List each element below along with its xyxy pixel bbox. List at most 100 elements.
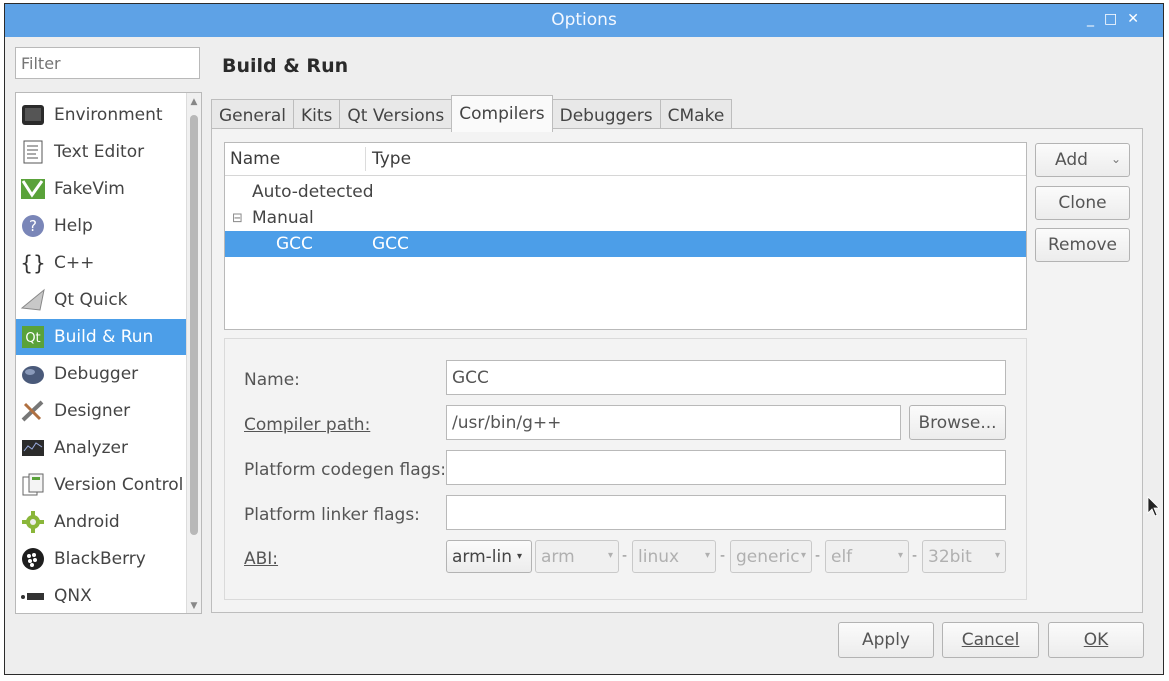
sidebar-item-label: Designer (54, 401, 131, 421)
column-header-type[interactable]: Type (372, 149, 411, 169)
combo-value: arm-lin (452, 546, 513, 567)
abi-width-combo: 32bit ▾ (922, 540, 1006, 573)
tab-bar: General Kits Qt Versions Compilers Debug… (211, 95, 733, 132)
qnx-icon (20, 583, 46, 609)
combo-value: arm (541, 546, 575, 567)
sidebar-item-label: Help (54, 216, 93, 236)
sidebar-item-label: Android (54, 512, 120, 532)
compiler-path-input[interactable] (446, 405, 901, 440)
svg-text:{}: {} (21, 251, 45, 275)
svg-text:Qt: Qt (25, 331, 40, 346)
abi-flavor-combo: generic ▾ (730, 540, 812, 573)
sidebar-scrollbar[interactable]: ▲ ▼ (186, 93, 201, 613)
svg-text:?: ? (29, 217, 37, 235)
platform-linker-input[interactable] (446, 495, 1006, 530)
page-title: Build & Run (222, 55, 349, 77)
add-button-label: Add (1055, 150, 1088, 170)
tab-debuggers[interactable]: Debuggers (551, 99, 661, 131)
abi-separator: - (815, 548, 821, 564)
version-control-icon (20, 472, 46, 498)
column-header-name[interactable]: Name (230, 149, 280, 169)
sidebar-item-help[interactable]: ? Help (16, 208, 188, 244)
sidebar-item-label: BlackBerry (54, 549, 146, 569)
combo-value: linux (638, 546, 680, 567)
platform-codegen-input[interactable] (446, 450, 1006, 485)
braces-icon: {} (20, 250, 46, 276)
sidebar-item-cpp[interactable]: {} C++ (16, 245, 188, 281)
tree-item-gcc[interactable]: GCC GCC (225, 231, 1026, 257)
abi-format-combo: elf ▾ (825, 540, 909, 573)
compiler-type-cell: GCC (372, 234, 409, 254)
sidebar-item-android[interactable]: Android (16, 504, 188, 540)
fakevim-icon (20, 176, 46, 202)
sidebar-item-fakevim[interactable]: FakeVim (16, 171, 188, 207)
abi-architecture-combo[interactable]: arm-lin ▾ (446, 540, 532, 573)
sidebar-item-label: Debugger (54, 364, 139, 384)
clone-button[interactable]: Clone (1035, 186, 1130, 220)
chevron-down-icon: ▾ (897, 550, 903, 561)
qt-quick-icon (20, 287, 46, 313)
tree-item-label: Manual (252, 208, 314, 228)
combo-value: 32bit (928, 546, 972, 567)
chevron-down-icon: ⌄ (1110, 152, 1121, 166)
abi-separator: - (912, 548, 918, 564)
collapse-icon[interactable]: ⊟ (232, 211, 243, 226)
monitor-icon (20, 102, 46, 128)
add-button[interactable]: Add ⌄ (1035, 143, 1130, 177)
platform-linker-label: Platform linker flags: (244, 505, 420, 525)
text-document-icon (20, 139, 46, 165)
sidebar-item-label: Environment (54, 105, 163, 125)
combo-value: generic (736, 546, 800, 567)
abi-separator: - (720, 548, 726, 564)
sidebar-item-text-editor[interactable]: Text Editor (16, 134, 188, 170)
window-title: Options (551, 10, 617, 30)
sidebar-item-label: Analyzer (54, 438, 128, 458)
sidebar-item-debugger[interactable]: Debugger (16, 356, 188, 392)
chevron-down-icon: ▾ (517, 551, 523, 562)
sidebar-item-blackberry[interactable]: BlackBerry (16, 541, 188, 577)
browse-button[interactable]: Browse... (909, 405, 1006, 440)
combo-value: elf (831, 546, 853, 567)
mouse-cursor-icon (1147, 496, 1160, 517)
sidebar-item-label: QNX (54, 586, 92, 606)
abi-arch-combo: arm ▾ (535, 540, 619, 573)
tree-item-auto-detected[interactable]: Auto-detected (225, 179, 1026, 205)
tab-general[interactable]: General (211, 99, 294, 131)
apply-button[interactable]: Apply (838, 622, 934, 658)
sidebar-item-label: Version Control (54, 475, 184, 495)
sidebar-item-environment[interactable]: Environment (16, 97, 188, 133)
sidebar-item-version-control[interactable]: Version Control (16, 467, 188, 503)
title-bar[interactable]: Options _□✕ (5, 4, 1163, 37)
analyzer-icon (20, 435, 46, 461)
sidebar-item-analyzer[interactable]: Analyzer (16, 430, 188, 466)
maximize-icon[interactable]: □ (1104, 11, 1127, 27)
blackberry-icon (20, 546, 46, 572)
tab-cmake[interactable]: CMake (659, 99, 733, 131)
sidebar-item-label: Text Editor (54, 142, 145, 162)
tree-item-manual[interactable]: ⊟ Manual (225, 205, 1026, 231)
sidebar-item-qt-quick[interactable]: Qt Quick (16, 282, 188, 318)
sidebar-item-designer[interactable]: Designer (16, 393, 188, 429)
name-input[interactable] (446, 360, 1006, 395)
scroll-down-icon[interactable]: ▼ (187, 601, 201, 611)
close-icon[interactable]: ✕ (1127, 11, 1149, 27)
minimize-icon[interactable]: _ (1087, 11, 1104, 27)
designer-icon (20, 398, 46, 424)
compiler-name-cell: GCC (276, 234, 313, 254)
cancel-button[interactable]: Cancel (942, 622, 1039, 658)
tab-compilers[interactable]: Compilers (451, 95, 553, 132)
debugger-icon (20, 361, 46, 387)
name-label: Name: (244, 370, 300, 390)
ok-button[interactable]: OK (1048, 622, 1144, 658)
sidebar-item-label: C++ (54, 253, 95, 273)
scrollbar-thumb[interactable] (190, 115, 198, 535)
filter-input[interactable] (15, 47, 200, 79)
android-icon (20, 509, 46, 535)
tab-qt-versions[interactable]: Qt Versions (339, 99, 453, 131)
remove-button[interactable]: Remove (1035, 228, 1130, 262)
scroll-up-icon[interactable]: ▲ (187, 97, 201, 107)
sidebar-item-qnx[interactable]: QNX (16, 578, 188, 613)
tab-kits[interactable]: Kits (293, 99, 341, 131)
compiler-tree[interactable]: Name Type Auto-detected ⊟ Manual GCC GCC (224, 142, 1027, 330)
sidebar-item-build-run[interactable]: Qt Build & Run (16, 319, 188, 355)
